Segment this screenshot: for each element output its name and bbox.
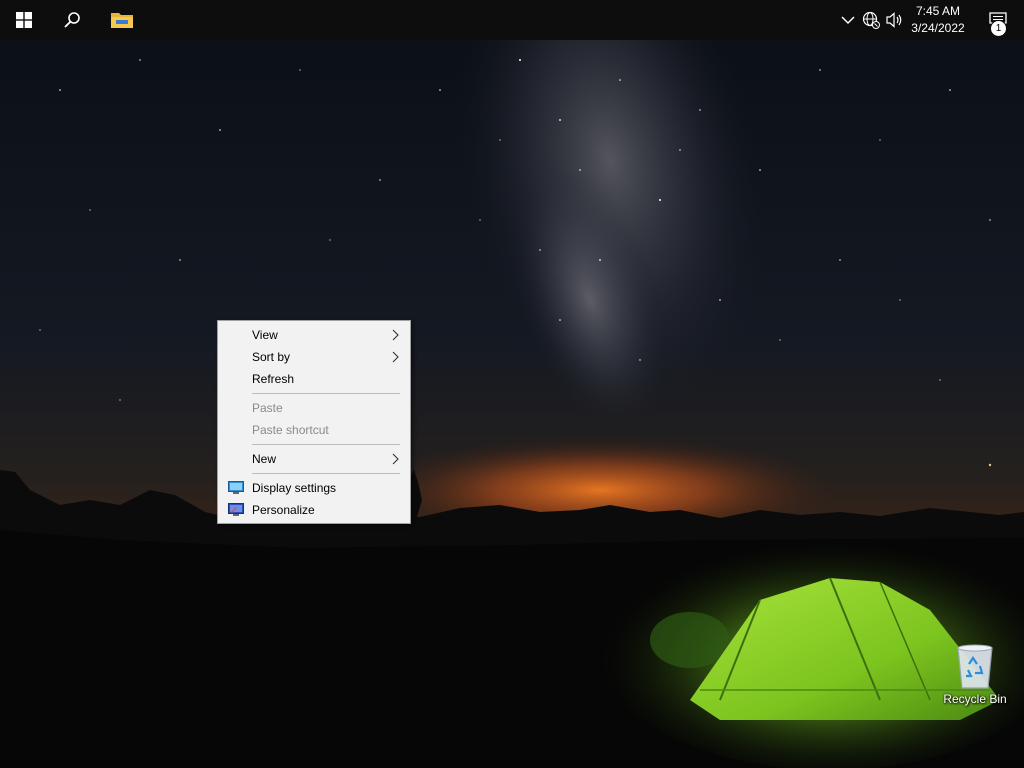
recycle-bin-icon	[957, 644, 993, 689]
clock-date: 3/24/2022	[911, 21, 965, 35]
menu-item-paste[interactable]: Paste	[218, 397, 410, 419]
menu-item-label: View	[252, 328, 278, 342]
menu-item-personalize[interactable]: Personalize	[218, 499, 410, 521]
menu-item-label: Sort by	[252, 350, 291, 364]
menu-item-view[interactable]: View	[218, 324, 410, 346]
menu-separator	[252, 473, 400, 474]
menu-separator	[252, 393, 400, 394]
personalize-icon	[228, 503, 244, 516]
chevron-right-icon	[392, 453, 399, 465]
notification-count-badge: 1	[990, 20, 1007, 37]
search-button[interactable]	[48, 0, 96, 40]
menu-item-refresh[interactable]: Refresh	[218, 368, 410, 390]
menu-item-label: Display settings	[252, 481, 337, 495]
menu-item-label: Paste	[252, 401, 283, 415]
desktop-context-menu: View Sort by Refresh Paste Paste shortcu…	[217, 320, 411, 524]
file-explorer-icon	[111, 13, 133, 28]
display-settings-icon	[228, 481, 244, 494]
clock-time: 7:45 AM	[915, 4, 961, 18]
menu-item-label: New	[252, 452, 277, 466]
volume-icon	[886, 12, 902, 28]
menu-item-sort-by[interactable]: Sort by	[218, 346, 410, 368]
chevron-right-icon	[392, 351, 399, 363]
network-icon	[862, 11, 880, 29]
show-hidden-icons-button[interactable]	[838, 10, 858, 30]
taskbar-clock[interactable]: 7:45 AM 3/24/2022	[904, 3, 972, 37]
menu-item-paste-shortcut[interactable]: Paste shortcut	[218, 419, 410, 441]
windows-logo-icon	[16, 12, 32, 28]
menu-item-label: Refresh	[252, 372, 295, 386]
taskbar: 7:45 AM 3/24/2022 1	[0, 0, 1024, 40]
menu-item-new[interactable]: New	[218, 448, 410, 470]
search-icon	[64, 12, 80, 28]
start-button[interactable]	[0, 0, 48, 40]
chevron-down-icon	[841, 16, 855, 25]
file-explorer-button[interactable]	[98, 0, 146, 40]
volume-button[interactable]	[885, 10, 905, 30]
desktop-wallpaper	[0, 0, 1024, 768]
menu-item-label: Paste shortcut	[252, 423, 329, 437]
chevron-right-icon	[392, 329, 399, 341]
network-button[interactable]	[861, 10, 881, 30]
menu-separator	[252, 444, 400, 445]
menu-item-label: Personalize	[252, 503, 315, 517]
desktop[interactable]: 7:45 AM 3/24/2022 1 View Sort by Refresh…	[0, 0, 1024, 768]
recycle-bin-shortcut[interactable]: Recycle Bin	[940, 640, 1010, 710]
recycle-bin-label: Recycle Bin	[943, 692, 1007, 706]
menu-item-display-settings[interactable]: Display settings	[218, 477, 410, 499]
